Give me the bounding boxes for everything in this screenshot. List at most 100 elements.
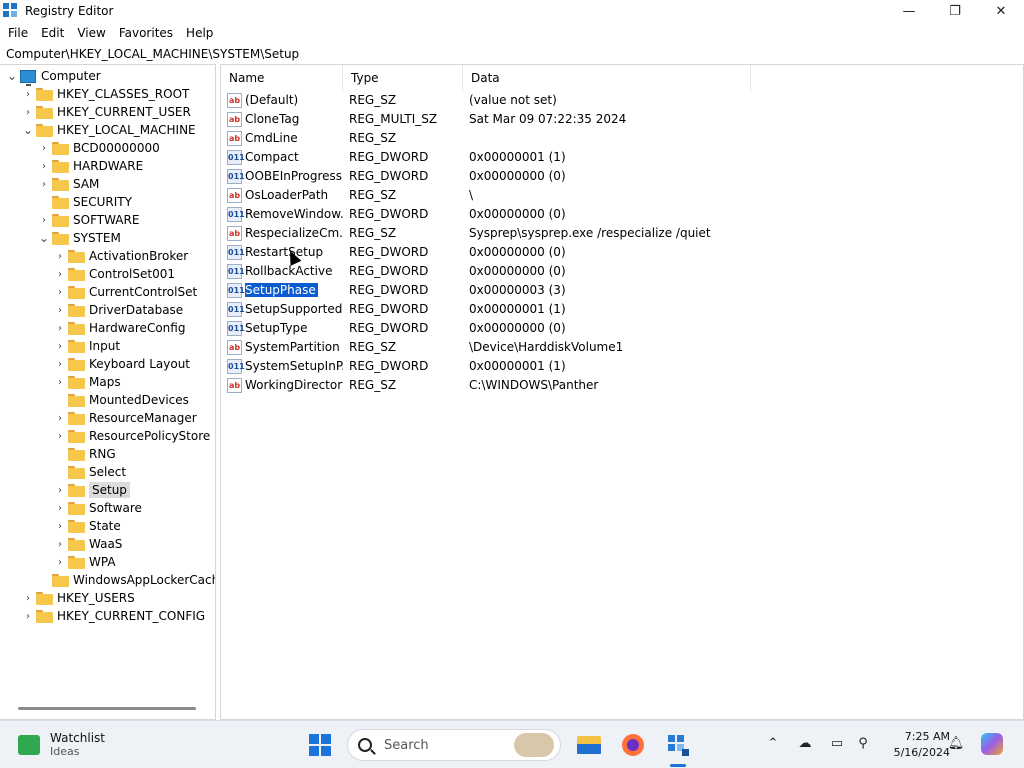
value-row[interactable]: ab WorkingDirectory REG_SZ C:\WINDOWS\Panth… [221,376,921,395]
key-tree-pane[interactable]: ⌄ Computer › HKEY_CLASSES_ROOT › HKEY_CURRENT… [0,64,216,720]
values-list-pane[interactable]: Name Type Data ab (Default) REG_SZ (value n… [220,64,1024,720]
tree-node[interactable]: › DriverDatabase [54,301,183,319]
notification-bell-icon[interactable]: 🔔︎ [947,735,965,753]
expand-chevron-icon[interactable]: › [54,373,66,391]
menu-file[interactable]: File [8,26,28,40]
tree-node[interactable]: ⌄ HKEY_LOCAL_MACHINE [22,121,196,139]
tree-node[interactable]: ⌄ Computer [6,67,101,86]
tree-node[interactable]: › Maps [54,373,121,391]
tree-node[interactable]: › BCD00000000 [38,139,160,157]
expand-chevron-icon[interactable]: › [38,211,50,229]
expand-chevron-icon[interactable]: › [54,499,66,517]
tree-node[interactable]: › ActivationBroker [54,247,188,265]
expand-chevron-icon[interactable]: › [54,535,66,553]
chevron-up-icon[interactable]: ⌃ [764,735,782,753]
tree-node[interactable]: › HKEY_USERS [22,589,135,607]
value-row[interactable]: ab CloneTag REG_MULTI_SZ Sat Mar 09 07:22:3… [221,110,921,129]
expand-chevron-icon[interactable]: › [54,355,66,373]
address-bar[interactable]: Computer\HKEY_LOCAL_MACHINE\SYSTEM\Setup [0,44,1024,64]
tree-node[interactable]: › ResourceManager [54,409,197,427]
expand-chevron-icon[interactable]: › [54,247,66,265]
expand-chevron-icon[interactable]: › [38,157,50,175]
expand-chevron-icon[interactable]: › [54,553,66,571]
collapse-chevron-icon[interactable]: ⌄ [6,67,18,85]
expand-chevron-icon[interactable]: › [54,319,66,337]
value-row[interactable]: ab RespecializeCm... REG_SZ Sysprep\sysprep… [221,224,921,243]
expand-chevron-icon[interactable]: › [54,517,66,535]
value-row[interactable]: ab CmdLine REG_SZ [221,129,921,148]
tree-node[interactable]: › HKEY_CURRENT_CONFIG [22,607,205,625]
menu-view[interactable]: View [77,26,105,40]
tree-node[interactable]: › Input [54,337,120,355]
column-header-data[interactable]: Data [463,65,751,91]
menu-help[interactable]: Help [186,26,213,40]
volume-muted-icon[interactable]: ⚲ [854,735,872,753]
taskbar-search-box[interactable]: Search [347,729,561,761]
value-row[interactable]: 011 SetupType REG_DWORD 0x00000000 (0) [221,319,921,338]
expand-chevron-icon[interactable]: › [54,265,66,283]
start-button[interactable] [309,734,331,756]
value-row[interactable]: 011 OOBEInProgress REG_DWORD 0x00000000 (0) [221,167,921,186]
tree-node[interactable]: › ControlSet001 [54,265,175,283]
expand-chevron-icon[interactable]: › [54,337,66,355]
menu-favorites[interactable]: Favorites [119,26,173,40]
close-button[interactable]: ✕ [978,0,1024,22]
expand-chevron-icon[interactable]: › [54,481,66,499]
maximize-button[interactable]: ❐ [932,0,978,22]
tree-node[interactable]: › Keyboard Layout [54,355,190,373]
file-explorer-icon[interactable] [575,731,603,759]
expand-chevron-icon[interactable]: › [22,103,34,121]
tree-node[interactable]: MountedDevices [54,391,189,409]
tree-node[interactable]: › HKEY_CLASSES_ROOT [22,85,189,103]
expand-chevron-icon[interactable]: › [22,589,34,607]
minimize-button[interactable]: — [886,0,932,22]
tree-node[interactable]: WindowsAppLockerCache [38,571,215,589]
tree-node[interactable]: › WPA [54,553,116,571]
network-offline-icon[interactable]: ☁ [796,735,814,753]
tree-node[interactable]: › ResourcePolicyStore [54,427,210,445]
tree-node[interactable]: RNG [54,445,116,463]
expand-chevron-icon[interactable]: › [38,139,50,157]
firefox-icon[interactable] [619,731,647,759]
expand-chevron-icon[interactable]: › [22,607,34,625]
value-row[interactable]: ab OsLoaderPath REG_SZ \ [221,186,921,205]
value-row[interactable]: 011 Compact REG_DWORD 0x00000001 (1) [221,148,921,167]
display-icon[interactable]: ▭ [828,735,846,753]
tree-node[interactable]: › WaaS [54,535,122,553]
tree-node[interactable]: Select [54,463,126,481]
tree-node[interactable]: › HKEY_CURRENT_USER [22,103,191,121]
tree-node[interactable]: › State [54,517,121,535]
expand-chevron-icon[interactable]: › [22,85,34,103]
value-row[interactable]: 011 RollbackActive REG_DWORD 0x00000000 (0) [221,262,921,281]
tree-node[interactable]: SECURITY [38,193,132,211]
tree-node[interactable]: › Setup [54,481,130,499]
tree-node[interactable]: › Software [54,499,142,517]
value-row[interactable]: ab (Default) REG_SZ (value not set) [221,91,921,110]
value-row[interactable]: 011 SetupPhase REG_DWORD 0x00000003 (3) [221,281,921,300]
column-header-type[interactable]: Type [343,65,463,91]
tree-node[interactable]: ⌄ SYSTEM [38,229,121,247]
expand-chevron-icon[interactable]: › [38,175,50,193]
tree-node[interactable]: › CurrentControlSet [54,283,197,301]
system-clock[interactable]: 7:25 AM 5/16/2024 [880,729,950,761]
collapse-chevron-icon[interactable]: ⌄ [22,121,34,139]
expand-chevron-icon[interactable]: › [54,427,66,445]
tree-node[interactable]: › HARDWARE [38,157,143,175]
value-row[interactable]: 011 RemoveWindow... REG_DWORD 0x00000000 (0… [221,205,921,224]
expand-chevron-icon[interactable]: › [54,301,66,319]
tree-node[interactable]: › SOFTWARE [38,211,139,229]
value-row[interactable]: 011 SetupSupported REG_DWORD 0x00000001 (1) [221,300,921,319]
collapse-chevron-icon[interactable]: ⌄ [38,229,50,247]
tree-horizontal-scrollbar[interactable] [18,707,196,710]
value-row[interactable]: 011 SystemSetupInP... REG_DWORD 0x00000001 … [221,357,921,376]
value-row[interactable]: ab SystemPartition REG_SZ \Device\HarddiskV… [221,338,921,357]
widgets-button[interactable]: Watchlist Ideas [18,731,105,758]
column-header-name[interactable]: Name [221,65,343,91]
menu-edit[interactable]: Edit [41,26,64,40]
tree-node[interactable]: › SAM [38,175,99,193]
copilot-icon[interactable] [981,733,1003,755]
tree-node[interactable]: › HardwareConfig [54,319,185,337]
value-row[interactable]: 011 RestartSetup REG_DWORD 0x00000000 (0) [221,243,921,262]
expand-chevron-icon[interactable]: › [54,409,66,427]
expand-chevron-icon[interactable]: › [54,283,66,301]
